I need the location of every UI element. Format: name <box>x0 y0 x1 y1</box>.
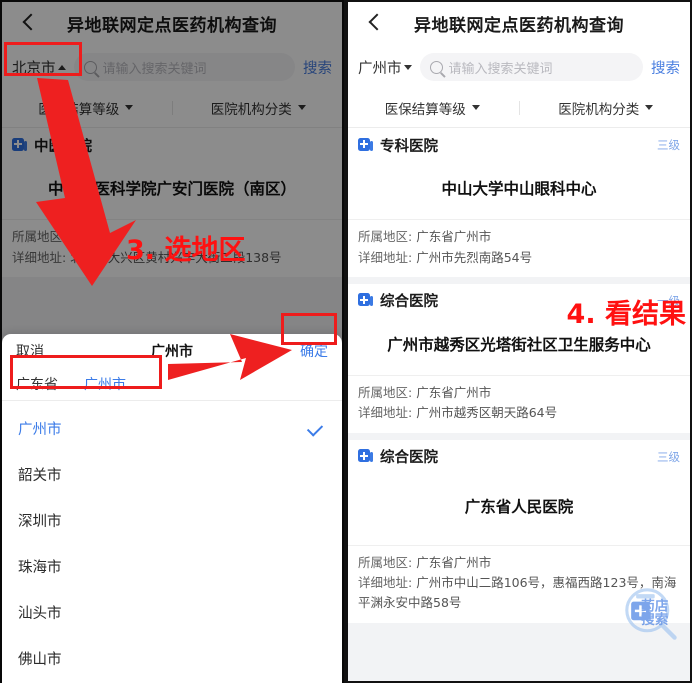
result-address-key: 详细地址: <box>358 249 413 265</box>
picker-confirm-button[interactable]: 确定 <box>300 341 328 361</box>
picker-option-label: 深圳市 <box>18 513 62 530</box>
search-button[interactable]: 搜索 <box>651 57 680 78</box>
picker-tab-city[interactable]: 广州市 <box>84 374 126 394</box>
picker-option[interactable]: 汕头市 <box>2 589 342 635</box>
filter-institution-type[interactable]: 医院机构分类 <box>520 98 692 118</box>
picker-option[interactable]: 佛山市 <box>2 635 342 681</box>
filter-settlement-grade-label: 医保结算等级 <box>384 101 466 118</box>
picker-cancel-button[interactable]: 取消 <box>16 341 44 361</box>
result-region-value: 广东省广州市 <box>416 554 492 570</box>
result-region-line: 所属地区: 广东省广州市 <box>358 383 680 403</box>
annotation-arrow-right <box>168 334 292 380</box>
picker-option-label: 汕头市 <box>18 605 62 622</box>
screenshot-stage: 异地联网定点医药机构查询 北京市 请输入搜索关键词 搜索 医保结算等级 医院机构… <box>0 0 692 683</box>
result-address-key: 详细地址: <box>358 405 413 421</box>
check-icon <box>306 419 324 437</box>
result-card[interactable]: 专科医院 三级 中山大学中山眼科中心 所属地区: 广东省广州市 详细地址: 广州… <box>346 128 692 277</box>
hospital-icon <box>358 137 373 153</box>
search-placeholder: 请输入搜索关键词 <box>448 61 553 77</box>
result-address-value: 广州市先烈南路54号 <box>416 249 533 265</box>
result-type: 专科医院 <box>380 138 438 155</box>
city-selector[interactable]: 广州市 <box>358 57 412 78</box>
city-selector-label: 广州市 <box>358 60 402 77</box>
annotation-step-4: 4. 看结果 <box>566 299 686 330</box>
picker-option-label: 韶关市 <box>18 467 62 484</box>
hospital-icon <box>358 293 373 308</box>
result-name: 中山大学中山眼科中心 <box>441 180 597 198</box>
left-phone-panel: 异地联网定点医药机构查询 北京市 请输入搜索关键词 搜索 医保结算等级 医院机构… <box>0 0 346 683</box>
picker-option[interactable]: 深圳市 <box>2 497 342 543</box>
result-card-header: 专科医院 三级 <box>346 128 692 162</box>
filter-institution-type-label: 医院机构分类 <box>558 101 640 118</box>
picker-option[interactable]: 广州市 <box>2 405 342 451</box>
svg-text:搜索: 搜索 <box>641 611 669 628</box>
result-address-block: 所属地区: 广东省广州市 详细地址: 广州市先烈南路54号 <box>346 219 692 277</box>
picker-option[interactable]: 珠海市 <box>2 543 342 589</box>
hospital-icon <box>358 449 373 464</box>
result-name: 广东省人民医院 <box>464 497 574 516</box>
result-address-key: 详细地址: <box>358 575 413 590</box>
annotation-step-3: 3. 选地区 <box>126 235 246 266</box>
result-region-line: 所属地区: 广东省广州市 <box>358 553 680 573</box>
result-grade-badge: 三级 <box>657 138 680 152</box>
filter-settlement-grade[interactable]: 医保结算等级 <box>346 98 519 118</box>
result-address-block: 所属地区: 广东省广州市 详细地址: 广州市越秀区朝天路64号 <box>346 375 692 433</box>
right-filter-bar: 医保结算等级 医院机构分类 <box>346 88 692 128</box>
result-grade-badge: 三级 <box>657 449 680 464</box>
picker-option-label: 珠海市 <box>18 559 62 576</box>
picker-option-list[interactable]: 广州市 韶关市 深圳市 珠海市 汕头市 佛山市 <box>2 401 342 683</box>
result-address-line: 详细地址: 广州市先烈南路54号 <box>358 248 680 268</box>
result-type: 综合医院 <box>380 294 438 311</box>
page-title: 异地联网定点医药机构查询 <box>414 15 624 36</box>
right-search-row: 广州市 请输入搜索关键词 搜索 <box>346 46 692 88</box>
chevron-down-icon <box>471 105 480 110</box>
search-icon <box>429 60 443 74</box>
result-type: 综合医院 <box>380 450 438 466</box>
search-input[interactable]: 请输入搜索关键词 <box>419 53 643 81</box>
result-region-value: 广东省广州市 <box>416 229 492 245</box>
result-address-line: 详细地址: 广州市越秀区朝天路64号 <box>358 403 680 423</box>
result-region-key: 所属地区: <box>358 229 413 245</box>
picker-option-label: 佛山市 <box>18 651 62 668</box>
result-region-key: 所属地区: <box>358 385 413 400</box>
result-region-value: 广东省广州市 <box>416 385 492 400</box>
right-phone-panel: 异地联网定点医药机构查询 广州市 请输入搜索关键词 搜索 医保结算等级 医院机构… <box>346 0 692 683</box>
right-navbar: 异地联网定点医药机构查询 <box>346 0 692 46</box>
picker-option-label: 广州市 <box>18 421 62 438</box>
caret-down-icon <box>403 64 412 70</box>
back-chevron-icon[interactable] <box>364 12 386 34</box>
watermark-logo: 药店 搜索 <box>625 588 677 640</box>
result-region-key: 所属地区: <box>358 554 413 570</box>
picker-option[interactable]: 韶关市 <box>2 451 342 497</box>
city-picker-sheet: 取消 广州市 确定 广东省 广州市 广州市 韶关市 深圳市 珠海市 汕头市 佛山… <box>2 334 342 683</box>
result-address-value: 广州市越秀区朝天路64号 <box>416 405 558 421</box>
result-card-header: 综合医院 三级 <box>346 440 692 474</box>
result-region-line: 所属地区: 广东省广州市 <box>358 227 680 247</box>
chevron-down-icon <box>645 105 654 110</box>
picker-tab-province[interactable]: 广东省 <box>16 374 58 394</box>
